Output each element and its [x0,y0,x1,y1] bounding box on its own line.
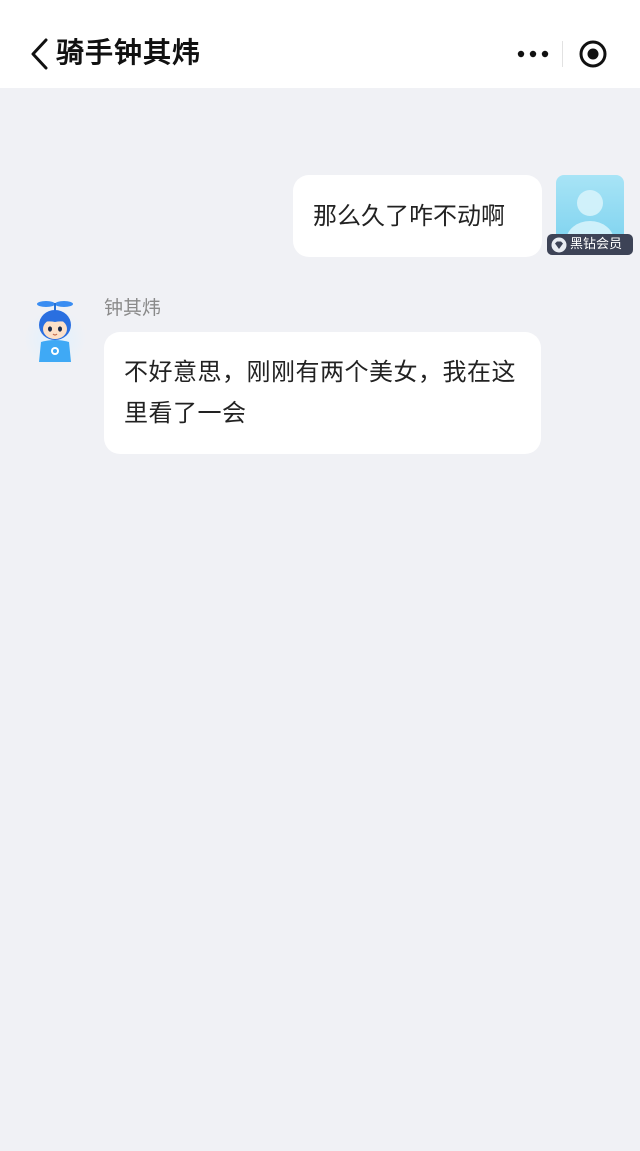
diamond-heart-icon [551,237,567,252]
page-title: 骑手钟其炜 [56,36,202,69]
mini-program-capsule [504,33,622,75]
vip-badge: 黑钻会员 [547,234,633,255]
sender-name: 钟其炜 [104,297,162,319]
chevron-left-icon [31,38,48,70]
vip-badge-label: 黑钻会员 [570,237,623,252]
avatar[interactable] [556,175,624,243]
target-circle-icon [579,40,607,68]
rider-mascot-icon [24,301,86,366]
capsule-divider [562,41,563,67]
back-button[interactable] [28,38,52,70]
more-dots-icon [517,50,549,58]
close-button[interactable] [564,33,622,75]
incoming-message-bubble[interactable]: 不好意思，刚刚有两个美女，我在这里看了一会 [104,332,541,454]
nav-header: 骑手钟其炜 [0,0,640,88]
user-silhouette-icon [566,190,614,243]
more-button[interactable] [504,33,562,75]
outgoing-message-bubble[interactable]: 那么久了咋不动啊 [293,175,542,257]
rider-avatar[interactable] [22,298,88,366]
